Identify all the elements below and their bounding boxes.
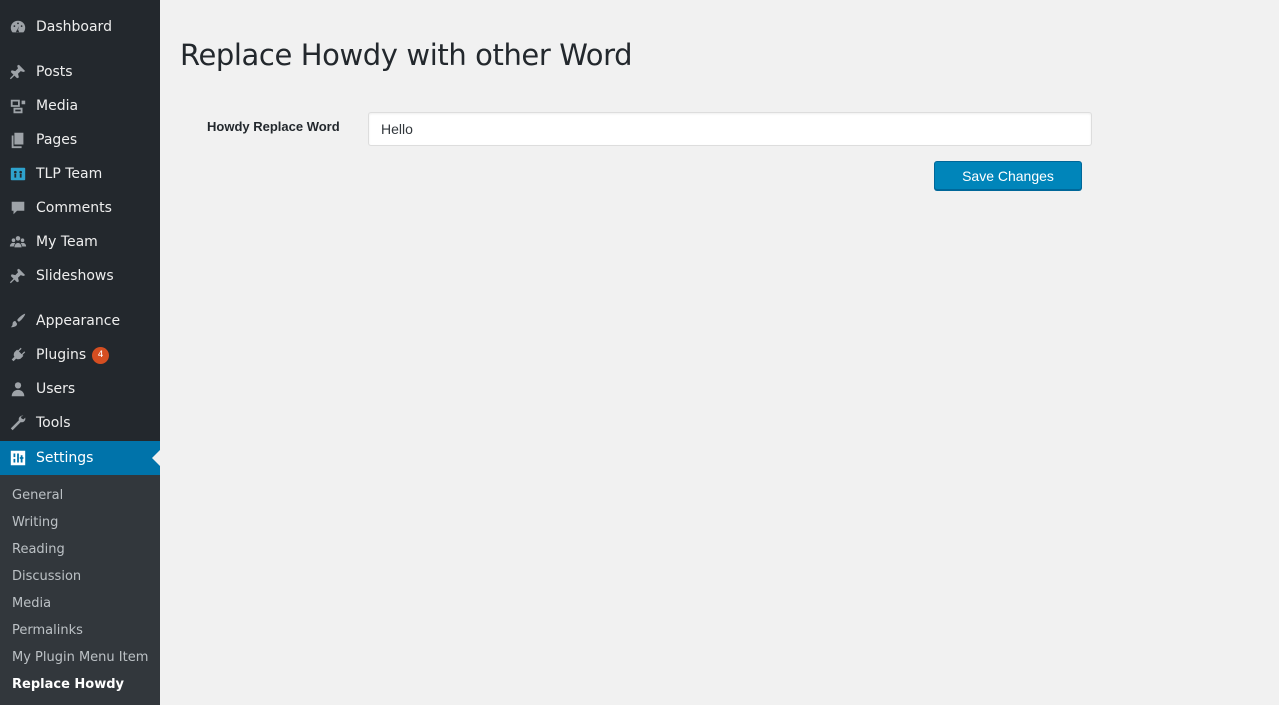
sidebar-item-label: Posts bbox=[36, 64, 73, 80]
sidebar-item-plugins[interactable]: Plugins 4 bbox=[0, 338, 160, 372]
wrench-icon bbox=[0, 406, 36, 440]
sidebar-item-label: TLP Team bbox=[36, 166, 103, 182]
sidebar-item-label: Pages bbox=[36, 132, 78, 148]
submenu-item-general[interactable]: General bbox=[12, 488, 63, 503]
save-changes-button[interactable]: Save Changes bbox=[934, 161, 1082, 190]
sidebar-item-tools[interactable]: Tools bbox=[0, 406, 160, 440]
brush-icon bbox=[0, 304, 36, 338]
pin-icon bbox=[0, 259, 36, 293]
plug-icon bbox=[0, 338, 36, 372]
page-title: Replace Howdy with other Word bbox=[180, 38, 633, 72]
media-icon bbox=[0, 89, 36, 123]
update-count-badge: 4 bbox=[92, 346, 110, 364]
submenu-item-replace-howdy[interactable]: Replace Howdy bbox=[12, 677, 124, 692]
submenu-item-reading[interactable]: Reading bbox=[12, 542, 65, 557]
groups-icon bbox=[0, 225, 36, 259]
comment-icon bbox=[0, 191, 36, 225]
pin-icon bbox=[0, 55, 36, 89]
sidebar-item-label: Slideshows bbox=[36, 268, 114, 284]
sidebar-item-pages[interactable]: Pages bbox=[0, 123, 160, 157]
sidebar-item-label: My Team bbox=[36, 234, 98, 250]
submenu-item-media[interactable]: Media bbox=[12, 596, 51, 611]
sidebar-item-label: Media bbox=[36, 98, 79, 114]
sidebar-item-label: Comments bbox=[36, 200, 112, 216]
sidebar-item-tlp-team[interactable]: TLP Team bbox=[0, 157, 160, 191]
pages-icon bbox=[0, 123, 36, 157]
howdy-replace-word-input[interactable] bbox=[368, 112, 1092, 146]
settings-submenu: General Writing Reading Discussion Media… bbox=[0, 475, 160, 705]
sidebar-item-label: Tools bbox=[36, 415, 71, 431]
sidebar-item-settings[interactable]: Settings bbox=[0, 441, 160, 475]
sidebar-item-users[interactable]: Users bbox=[0, 372, 160, 406]
team-logo-icon bbox=[0, 157, 36, 191]
sidebar-item-label: Plugins bbox=[36, 347, 87, 363]
sidebar-item-posts[interactable]: Posts bbox=[0, 55, 160, 89]
admin-sidebar: Dashboard Posts Media Pages TLP Team Com… bbox=[0, 0, 160, 705]
sidebar-item-label: Dashboard bbox=[36, 19, 112, 35]
settings-icon bbox=[0, 441, 36, 475]
howdy-replace-word-label: Howdy Replace Word bbox=[207, 119, 340, 134]
sidebar-item-media[interactable]: Media bbox=[0, 89, 160, 123]
submenu-item-writing[interactable]: Writing bbox=[12, 515, 58, 530]
submenu-item-my-plugin-menu-item[interactable]: My Plugin Menu Item bbox=[12, 650, 148, 665]
submenu-item-permalinks[interactable]: Permalinks bbox=[12, 623, 83, 638]
submenu-item-discussion[interactable]: Discussion bbox=[12, 569, 81, 584]
sidebar-item-label: Appearance bbox=[36, 313, 121, 329]
sidebar-item-appearance[interactable]: Appearance bbox=[0, 304, 160, 338]
sidebar-item-dashboard[interactable]: Dashboard bbox=[0, 10, 160, 44]
sidebar-item-label: Settings bbox=[36, 450, 94, 466]
sidebar-item-my-team[interactable]: My Team bbox=[0, 225, 160, 259]
sidebar-item-label: Users bbox=[36, 381, 76, 397]
user-icon bbox=[0, 372, 36, 406]
sidebar-item-comments[interactable]: Comments bbox=[0, 191, 160, 225]
sidebar-item-slideshows[interactable]: Slideshows bbox=[0, 259, 160, 293]
dashboard-icon bbox=[0, 10, 36, 44]
